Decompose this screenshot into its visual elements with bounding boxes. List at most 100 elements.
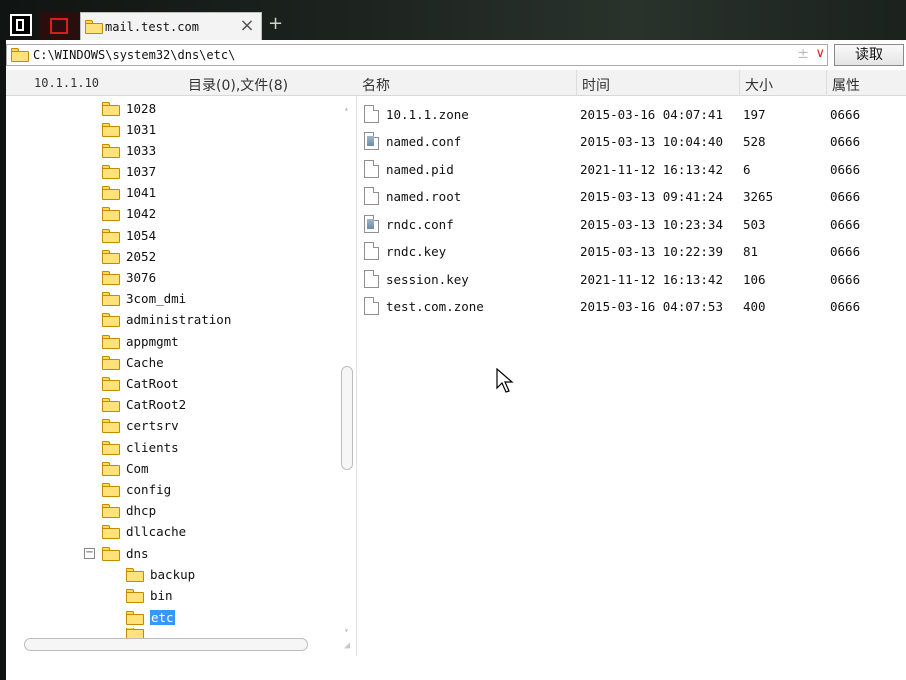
folder-icon <box>102 312 120 327</box>
collapse-icon[interactable]: − <box>84 548 95 559</box>
tree-item[interactable]: dhcp <box>102 500 156 521</box>
file-manager-window: C:\WINDOWS\system32\dns\etc\ ± ∨ 读取 10.1… <box>6 40 906 680</box>
tree-item[interactable]: Com <box>102 458 149 479</box>
folder-icon <box>102 503 120 518</box>
folder-tree: 1028 1031 1033 1037 1041 1042 1054 2052 … <box>6 96 354 656</box>
column-size[interactable]: 大小 <box>745 75 773 95</box>
scroll-up-icon[interactable]: ▴ <box>344 104 350 113</box>
tree-item-selected[interactable]: etc <box>126 607 175 628</box>
file-row[interactable]: test.com.zone 2015-03-16 04:07:53 400 0666 <box>356 292 906 319</box>
scroll-thumb[interactable] <box>341 366 353 470</box>
tree-item[interactable]: 1033 <box>102 140 156 161</box>
tree-item[interactable]: 1054 <box>102 225 156 246</box>
file-icon <box>364 187 379 205</box>
column-time[interactable]: 时间 <box>582 75 610 95</box>
folder-icon <box>102 228 120 243</box>
folder-icon <box>126 628 144 638</box>
tree-item[interactable]: 1031 <box>102 119 156 140</box>
tree-horizontal-scrollbar[interactable] <box>14 638 338 652</box>
folder-icon <box>102 440 120 455</box>
folder-icon <box>102 334 120 349</box>
file-row[interactable]: named.root 2015-03-13 09:41:24 3265 0666 <box>356 182 906 209</box>
tree-item[interactable]: CatRoot2 <box>102 394 186 415</box>
file-icon <box>364 297 379 315</box>
folder-icon <box>102 461 120 476</box>
file-row[interactable]: 10.1.1.zone 2015-03-16 04:07:41 197 0666 <box>356 100 906 127</box>
tree-vertical-scrollbar[interactable]: ▴ ▾ <box>340 100 354 635</box>
tree-item[interactable]: bin <box>126 585 173 606</box>
folder-icon <box>102 249 120 264</box>
folder-icon <box>102 185 120 200</box>
scroll-down-icon[interactable]: ▾ <box>344 626 350 635</box>
tab-mail-test-com[interactable]: mail.test.com × <box>80 12 262 40</box>
column-separator[interactable] <box>739 70 740 96</box>
tab-record[interactable] <box>40 12 78 40</box>
folder-icon <box>85 19 103 34</box>
file-icon <box>364 160 379 178</box>
file-row[interactable]: rndc.key 2015-03-13 10:22:39 81 0666 <box>356 237 906 264</box>
column-attributes[interactable]: 属性 <box>832 75 860 95</box>
app-menu-button[interactable] <box>10 14 32 36</box>
tree-item[interactable]: dllcache <box>102 521 186 542</box>
open-folder-icon <box>126 610 144 625</box>
tree-item-dns[interactable]: dns <box>102 543 149 564</box>
column-separator[interactable] <box>826 70 827 96</box>
config-file-icon <box>364 215 379 233</box>
host-address: 10.1.1.10 <box>34 76 100 90</box>
tree-item[interactable]: 1037 <box>102 161 156 182</box>
record-icon <box>50 18 68 34</box>
close-icon[interactable]: × <box>239 17 255 35</box>
folder-icon <box>102 524 120 539</box>
tree-item[interactable]: config <box>102 479 171 500</box>
file-row[interactable]: named.pid 2021-11-12 16:13:42 6 0666 <box>356 155 906 182</box>
tree-item[interactable]: CatRoot <box>102 373 179 394</box>
tree-item[interactable]: 3com_dmi <box>102 288 186 309</box>
plus-minus-icon[interactable]: ± <box>797 46 809 62</box>
new-tab-button[interactable]: + <box>268 14 284 34</box>
column-name[interactable]: 名称 <box>362 75 390 95</box>
address-bar: C:\WINDOWS\system32\dns\etc\ ± ∨ 读取 <box>6 44 906 66</box>
tree-item[interactable]: certsrv <box>102 415 179 436</box>
tree-item[interactable]: Cache <box>102 352 164 373</box>
resize-grip-icon[interactable]: ◢ <box>344 640 356 652</box>
folder-icon <box>11 48 29 62</box>
file-icon <box>364 270 379 288</box>
folder-icon <box>102 206 120 221</box>
tree-item[interactable]: 1041 <box>102 182 156 203</box>
file-row[interactable]: named.conf 2015-03-13 10:04:40 528 0666 <box>356 127 906 154</box>
tree-item[interactable]: clients <box>102 437 179 458</box>
folder-icon <box>102 355 120 370</box>
folder-icon <box>102 122 120 137</box>
path-input[interactable]: C:\WINDOWS\system32\dns\etc\ ± ∨ <box>6 44 828 66</box>
tree-item[interactable]: appmgmt <box>102 331 179 352</box>
tree-item-partial[interactable] <box>126 628 144 638</box>
folder-icon <box>102 376 120 391</box>
folder-icon <box>102 397 120 412</box>
path-text: C:\WINDOWS\system32\dns\etc\ <box>33 48 236 62</box>
directory-summary: 目录(0),文件(8) <box>188 78 289 94</box>
folder-icon <box>102 164 120 179</box>
tree-item[interactable]: administration <box>102 309 231 330</box>
tab-bar: mail.test.com × + <box>0 0 906 40</box>
tree-item[interactable]: backup <box>126 564 195 585</box>
folder-icon <box>126 567 144 582</box>
tree-item[interactable]: 1028 <box>102 98 156 119</box>
folder-icon <box>102 418 120 433</box>
mouse-pointer-icon <box>496 368 514 393</box>
column-header: 10.1.1.10 目录(0),文件(8) 名称 时间 大小 属性 <box>6 70 906 96</box>
tree-item[interactable]: 1042 <box>102 203 156 224</box>
folder-icon <box>102 101 120 116</box>
chevron-down-icon[interactable]: ∨ <box>815 46 825 61</box>
column-separator[interactable] <box>576 70 577 96</box>
folder-icon <box>102 546 120 561</box>
file-row[interactable]: rndc.conf 2015-03-13 10:23:34 503 0666 <box>356 210 906 237</box>
config-file-icon <box>364 132 379 150</box>
folder-icon <box>102 270 120 285</box>
folder-icon <box>126 588 144 603</box>
scroll-thumb[interactable] <box>24 638 308 651</box>
tab-title: mail.test.com <box>105 19 199 34</box>
file-row[interactable]: session.key 2021-11-12 16:13:42 106 0666 <box>356 265 906 292</box>
read-button[interactable]: 读取 <box>834 44 904 66</box>
tree-item[interactable]: 2052 <box>102 246 156 267</box>
tree-item[interactable]: 3076 <box>102 267 156 288</box>
